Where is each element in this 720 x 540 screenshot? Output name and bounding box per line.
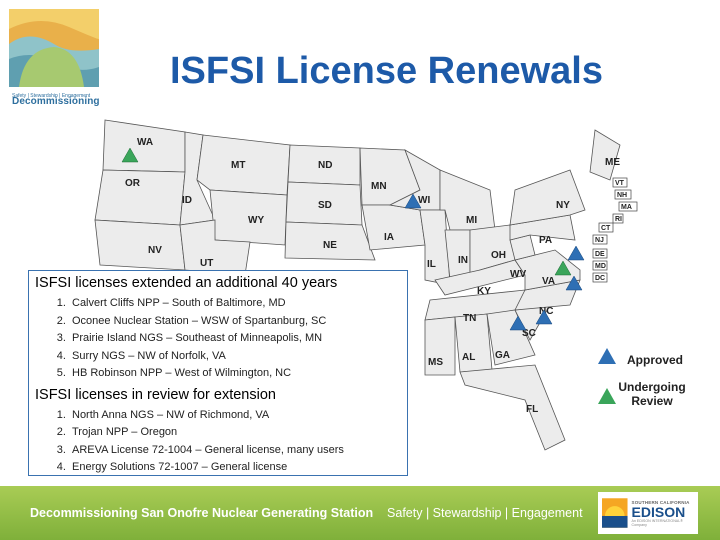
label-wy: WY — [248, 215, 264, 226]
legend-review-label: Undergoing Review — [618, 380, 686, 408]
state-or — [94, 169, 186, 226]
label-ne: NE — [323, 240, 337, 251]
state-ny — [509, 169, 586, 226]
label-vt: VT — [615, 180, 625, 187]
state-il — [419, 209, 451, 286]
label-pa: PA — [539, 235, 552, 246]
review-triangle-icon — [598, 388, 616, 404]
label-ny: NY — [556, 200, 570, 211]
state-me — [589, 129, 621, 181]
edison-tag: An EDISON INTERNATIONAL® Company — [631, 518, 683, 527]
marker-approved-md — [567, 245, 585, 261]
label-wa: WA — [137, 137, 153, 148]
list-item: North Anna NGS – NW of Richmond, VA — [69, 407, 401, 425]
label-sd: SD — [318, 200, 332, 211]
label-nv: NV — [148, 245, 162, 256]
list-item: AREVA License 72-1004 – General license,… — [69, 442, 401, 460]
label-me: ME — [605, 157, 620, 168]
label-ia: IA — [384, 232, 394, 243]
label-nd: ND — [318, 160, 332, 171]
list-item: HB Robinson NPP – West of Wilmington, NC — [69, 365, 401, 383]
label-de: DE — [595, 251, 605, 258]
review-list: North Anna NGS – NW of Richmond, VA Troj… — [35, 407, 401, 477]
label-mi: MI — [466, 215, 477, 226]
license-info-box: ISFSI licenses extended an additional 40… — [28, 270, 408, 476]
list-item: Surry NGS – NW of Norfolk, VA — [69, 348, 401, 366]
state-nv — [94, 219, 186, 271]
footer-values: Safety | Stewardship | Engagement — [387, 506, 583, 520]
list-item: Trojan NPP – Oregon — [69, 424, 401, 442]
label-ri: RI — [615, 216, 622, 223]
edison-main: EDISON — [631, 503, 686, 520]
state-ia — [361, 204, 426, 251]
label-ms: MS — [428, 357, 443, 368]
label-tn: TN — [463, 313, 476, 324]
label-ga: GA — [495, 350, 510, 361]
page-title: ISFSI License Renewals — [170, 50, 603, 92]
small-state-boxes: VT NH MA RI CT NJ DE MD DC — [592, 177, 638, 283]
label-or: OR — [125, 178, 141, 189]
extended-heading: ISFSI licenses extended an additional 40… — [35, 275, 338, 291]
label-in: IN — [458, 255, 468, 266]
state-fl — [459, 364, 566, 451]
label-dc: DC — [595, 275, 605, 282]
list-item: Energy Solutions 72-1007 – General licen… — [69, 459, 401, 477]
label-ma: MA — [621, 204, 632, 211]
label-oh: OH — [491, 250, 506, 261]
label-wv: WV — [510, 269, 526, 280]
label-ct: CT — [601, 225, 611, 232]
label-wi: WI — [418, 195, 430, 206]
label-mt: MT — [231, 160, 245, 171]
extended-list: Calvert Cliffs NPP – South of Baltimore,… — [35, 295, 401, 383]
footer-station: Decommissioning San Onofre Nuclear Gener… — [30, 506, 374, 520]
logo-text: Decommissioning — [12, 96, 100, 107]
label-fl: FL — [526, 404, 538, 415]
footer-text: Decommissioning San Onofre Nuclear Gener… — [30, 506, 583, 520]
label-nj: NJ — [595, 237, 604, 244]
label-al: AL — [462, 352, 475, 363]
label-ky: KY — [477, 286, 491, 297]
list-item: Prairie Island NGS – Southeast of Minnea… — [69, 330, 401, 348]
label-ut: UT — [200, 258, 213, 269]
legend-review: Undergoing Review — [598, 380, 686, 408]
label-mn: MN — [371, 181, 387, 192]
label-va: VA — [542, 276, 555, 287]
sun-icon — [602, 498, 628, 528]
label-md: MD — [595, 263, 606, 270]
decommissioning-logo: Safety | Stewardship | Engagement — [9, 9, 99, 99]
approved-triangle-icon — [598, 348, 616, 364]
edison-logo: SOUTHERN CALIFORNIA EDISON An EDISON INT… — [598, 492, 698, 534]
list-item: Calvert Cliffs NPP – South of Baltimore,… — [69, 295, 401, 313]
list-item: Oconee Nuclear Station – WSW of Spartanb… — [69, 313, 401, 331]
legend-approved-label: Approved — [627, 353, 684, 367]
review-heading: ISFSI licenses in review for extension — [35, 386, 276, 403]
label-id: ID — [182, 195, 192, 206]
legend-approved: Approved — [598, 345, 683, 367]
label-nh: NH — [617, 192, 627, 199]
label-il: IL — [427, 259, 436, 270]
footer-bar: Decommissioning San Onofre Nuclear Gener… — [0, 486, 720, 540]
